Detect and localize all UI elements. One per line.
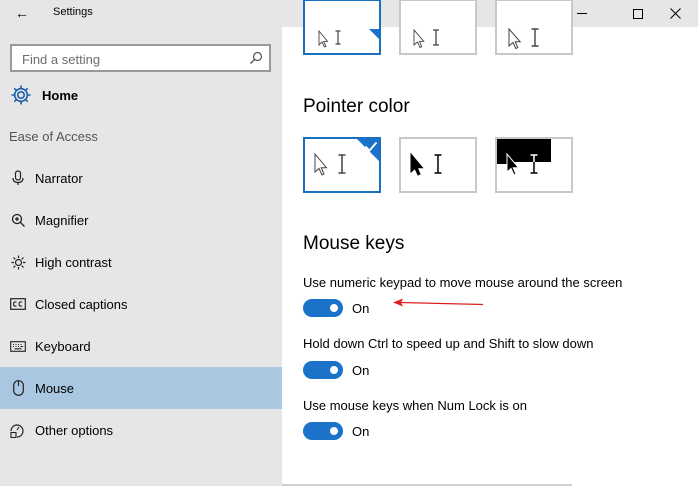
search-input[interactable]: Find a setting: [22, 52, 100, 67]
back-arrow-icon[interactable]: ←: [12, 4, 32, 22]
mouse-icon: [10, 380, 26, 396]
sidebar-item-label: Closed captions: [35, 296, 128, 312]
keyboard-icon: [10, 338, 26, 354]
pointer-size-option-large[interactable]: [495, 0, 573, 55]
pointer-size-option-medium[interactable]: [399, 0, 477, 55]
toggle-knob: [330, 427, 338, 435]
gear-icon: [11, 85, 31, 105]
sidebar-item-other-options[interactable]: Other options: [0, 409, 282, 451]
sidebar: Find a setting Home Ease of Access Narra…: [0, 27, 282, 486]
mouse-keys-toggle[interactable]: [303, 299, 343, 317]
search-icon[interactable]: [249, 51, 263, 65]
home-label: Home: [42, 87, 79, 103]
sidebar-item-label: Narrator: [35, 170, 83, 186]
sidebar-item-magnifier[interactable]: Magnifier: [0, 199, 282, 241]
pointer-color-option-black[interactable]: [399, 137, 477, 193]
mouse-keys-heading: Mouse keys: [303, 233, 405, 254]
toggle-knob: [330, 366, 338, 374]
speed-modifier-toggle[interactable]: [303, 361, 343, 379]
section-label: Ease of Access: [9, 129, 98, 144]
close-button[interactable]: [652, 0, 698, 27]
sidebar-item-high-contrast[interactable]: High contrast: [0, 241, 282, 283]
speed-modifier-setting-description: Hold down Ctrl to speed up and Shift to …: [303, 336, 594, 351]
window-title: Settings: [53, 6, 93, 18]
sidebar-item-label: Keyboard: [35, 338, 91, 354]
sidebar-item-label: High contrast: [35, 254, 112, 270]
pointer-size-option-small[interactable]: [303, 0, 381, 55]
sidebar-item-label: Other options: [35, 422, 114, 438]
toggle-state-label: On: [352, 301, 370, 316]
sidebar-item-narrator[interactable]: Narrator: [0, 157, 282, 199]
magnifier-icon: [10, 212, 26, 228]
main-content: Pointer color Mouse keys Use numeric key…: [282, 0, 698, 486]
pointer-color-heading: Pointer color: [303, 96, 410, 117]
minimize-icon: [577, 13, 587, 14]
num-lock-setting-description: Use mouse keys when Num Lock is on: [303, 398, 527, 413]
pointer-color-option-inverted[interactable]: [495, 137, 573, 193]
sidebar-item-label: Mouse: [35, 380, 75, 396]
high-contrast-icon: [10, 254, 26, 270]
closed-captions-icon: [10, 296, 26, 312]
toggle-knob: [330, 304, 338, 312]
pointer-color-option-white[interactable]: [303, 137, 381, 193]
home-link[interactable]: Home: [10, 83, 78, 107]
sidebar-item-closed-captions[interactable]: Closed captions: [0, 283, 282, 325]
annotation-arrow-icon: [393, 298, 484, 307]
sidebar-item-keyboard[interactable]: Keyboard: [0, 325, 282, 367]
num-lock-toggle[interactable]: [303, 422, 343, 440]
sidebar-item-mouse[interactable]: Mouse: [0, 367, 282, 409]
toggle-state-label: On: [352, 363, 370, 378]
sidebar-item-label: Magnifier: [35, 212, 89, 228]
close-icon: [669, 8, 681, 19]
other-options-icon: [10, 422, 26, 438]
search-box[interactable]: Find a setting: [10, 44, 271, 72]
maximize-icon: [633, 8, 643, 19]
toggle-state-label: On: [352, 424, 370, 439]
narrator-icon: [10, 170, 26, 186]
mouse-keys-setting-description: Use numeric keypad to move mouse around …: [303, 275, 623, 290]
